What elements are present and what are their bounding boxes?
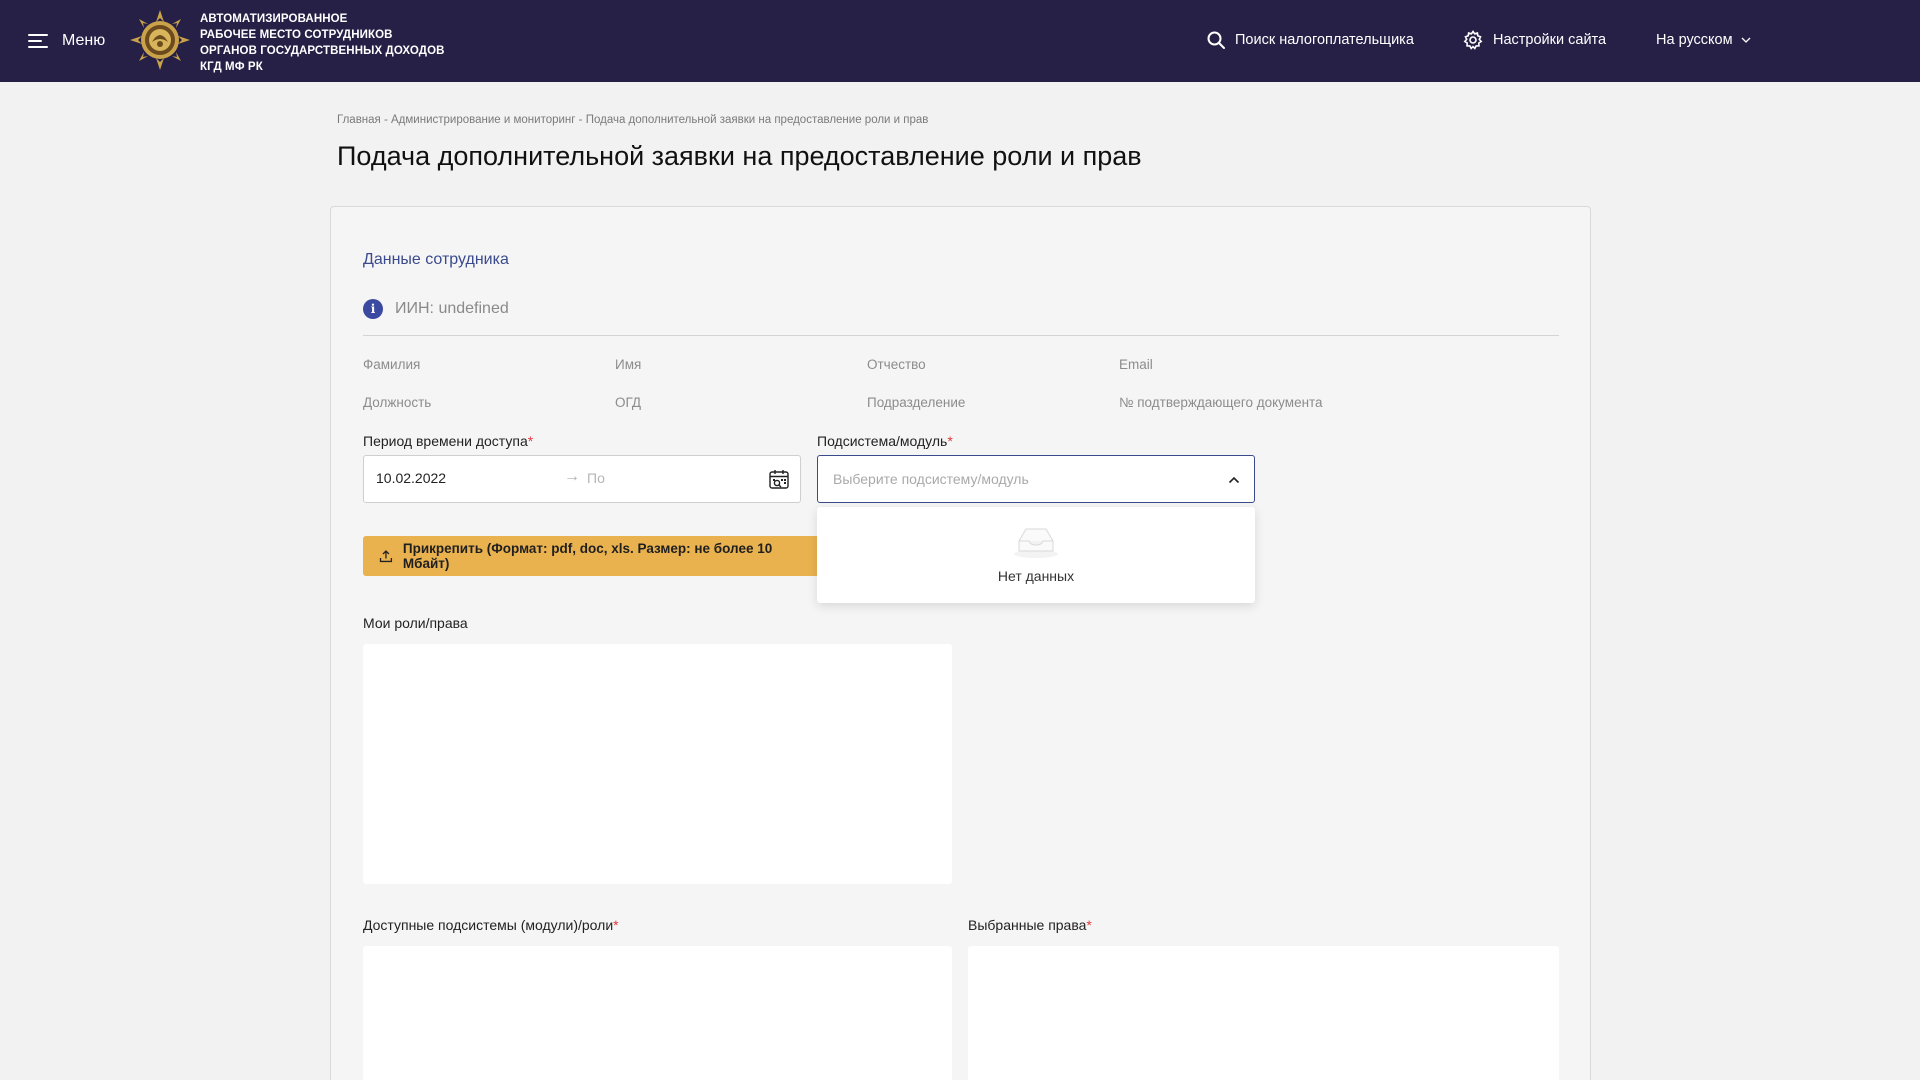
language-selector[interactable]: На русском bbox=[1656, 28, 1751, 52]
my-roles-label: Мои роли/права bbox=[363, 615, 468, 631]
last-name-label: Фамилия bbox=[363, 357, 421, 372]
subsystem-label: Подсистема/модуль* bbox=[817, 433, 953, 449]
ogd-label: ОГД bbox=[615, 395, 642, 410]
available-roles-label: Доступные подсистемы (модули)/роли* bbox=[363, 917, 619, 933]
department-label: Подразделение bbox=[867, 395, 966, 410]
subsystem-label-text: Подсистема/модуль bbox=[817, 433, 948, 449]
emblem-logo[interactable] bbox=[128, 8, 192, 72]
settings-label: Настройки сайта bbox=[1493, 32, 1607, 48]
employee-section-title: Данные сотрудника bbox=[363, 251, 509, 268]
menu-label: Меню bbox=[62, 32, 106, 49]
chevron-up-icon bbox=[1228, 476, 1240, 484]
selected-label-text: Выбранные права bbox=[968, 917, 1087, 933]
my-roles-box[interactable] bbox=[363, 644, 952, 884]
position-label: Должность bbox=[363, 395, 432, 410]
first-name-label: Имя bbox=[615, 357, 642, 372]
available-roles-box[interactable] bbox=[363, 946, 952, 1080]
email-label: Email bbox=[1119, 357, 1153, 372]
doc-number-label: № подтверждающего документа bbox=[1119, 395, 1323, 410]
brand-line: ОРГАНОВ ГОСУДАРСТВЕННЫХ ДОХОДОВ bbox=[200, 45, 445, 57]
breadcrumb-admin[interactable]: Администрирование и мониторинг bbox=[391, 114, 575, 126]
subsystem-dropdown: Нет данных bbox=[817, 507, 1255, 603]
attach-label: Прикрепить (Формат: pdf, doc, xls. Разме… bbox=[402, 541, 773, 571]
request-form-card: Данные сотрудника i ИИН: undefined Фамил… bbox=[330, 206, 1591, 1080]
calendar-icon[interactable] bbox=[768, 468, 790, 490]
breadcrumb-separator: - bbox=[380, 114, 392, 126]
required-mark: * bbox=[527, 433, 534, 449]
chevron-down-icon bbox=[1741, 37, 1751, 43]
period-label: Период времени доступа* bbox=[363, 433, 533, 449]
taxpayer-search-link[interactable]: Поиск налогоплательщика bbox=[1207, 28, 1414, 52]
date-from-input[interactable]: 10.02.2022 bbox=[376, 470, 446, 486]
brand-line: КГД МФ РК bbox=[200, 61, 263, 73]
empty-inbox-icon bbox=[1014, 528, 1058, 558]
subsystem-select-placeholder: Выберите подсистему/модуль bbox=[833, 471, 1029, 487]
selected-rights-label: Выбранные права* bbox=[968, 917, 1092, 933]
brand-line: АВТОМАТИЗИРОВАННОЕ bbox=[200, 13, 348, 25]
required-mark: * bbox=[1086, 917, 1092, 933]
brand-line: РАБОЧЕЕ МЕСТО СОТРУДНИКОВ bbox=[200, 29, 393, 41]
date-to-input[interactable]: По bbox=[587, 470, 605, 486]
selected-rights-box[interactable] bbox=[968, 946, 1559, 1080]
attach-file-button[interactable]: Прикрепить (Формат: pdf, doc, xls. Разме… bbox=[363, 536, 819, 576]
page-title: Подача дополнительной заявки на предоста… bbox=[337, 141, 1142, 171]
menu-icon bbox=[28, 34, 48, 48]
top-header: Меню АВТОМАТИЗИРОВАННОЕ РАБОЧЕЕ МЕСТО СО… bbox=[0, 0, 1920, 82]
breadcrumb-separator: - bbox=[575, 114, 586, 126]
search-icon bbox=[1207, 31, 1225, 49]
date-range-picker[interactable]: 10.02.2022 → По bbox=[363, 455, 801, 503]
arrow-right-icon: → bbox=[564, 468, 580, 485]
breadcrumb-home[interactable]: Главная bbox=[337, 114, 381, 126]
breadcrumb-current: Подача дополнительной заявки на предоста… bbox=[585, 114, 929, 126]
iin-row: i ИИН: undefined bbox=[363, 299, 1559, 336]
subsystem-select[interactable]: Выберите подсистему/модуль bbox=[817, 455, 1255, 503]
site-settings-link[interactable]: Настройки сайта bbox=[1463, 28, 1606, 52]
empty-state-text: Нет данных bbox=[997, 568, 1075, 584]
language-label: На русском bbox=[1656, 32, 1733, 48]
menu-button[interactable]: Меню bbox=[28, 28, 105, 54]
breadcrumb: Главная - Администрирование и мониторинг… bbox=[337, 114, 928, 126]
available-label-text: Доступные подсистемы (модули)/роли bbox=[363, 917, 614, 933]
required-mark: * bbox=[613, 917, 619, 933]
upload-icon bbox=[379, 550, 393, 563]
patronymic-label: Отчество bbox=[867, 357, 926, 372]
required-mark: * bbox=[947, 433, 953, 449]
gear-icon bbox=[1463, 30, 1483, 50]
iin-value: ИИН: undefined bbox=[395, 300, 509, 317]
search-label: Поиск налогоплательщика bbox=[1235, 32, 1414, 48]
info-icon: i bbox=[363, 299, 383, 319]
period-label-text: Период времени доступа bbox=[363, 433, 528, 449]
brand-title: АВТОМАТИЗИРОВАННОЕ РАБОЧЕЕ МЕСТО СОТРУДН… bbox=[200, 11, 445, 75]
